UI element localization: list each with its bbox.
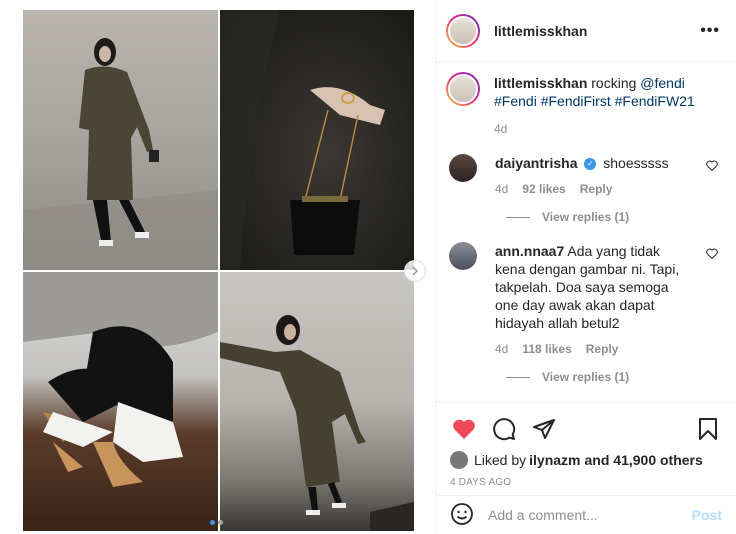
carousel-dot (218, 520, 223, 525)
post-sidebar: littlemisskhan ••• littlemisskhan rockin… (436, 0, 736, 534)
share-icon[interactable] (530, 415, 558, 443)
comment-icon[interactable] (490, 415, 518, 443)
author-username[interactable]: littlemisskhan (494, 23, 700, 39)
bookmark-icon[interactable] (694, 415, 722, 443)
liker-avatar[interactable] (450, 451, 468, 469)
author-avatar[interactable] (446, 13, 480, 48)
comment: ann.nnaa7 Ada yang tidak kena dengan gam… (446, 242, 726, 356)
liker-username[interactable]: ilynazm (529, 452, 580, 468)
comment-time[interactable]: 4d (495, 342, 508, 356)
photo-collage[interactable] (23, 10, 414, 532)
comment-time[interactable]: 4d (495, 182, 508, 196)
post-header: littlemisskhan ••• (436, 0, 736, 62)
more-options-icon[interactable]: ••• (700, 22, 720, 40)
like-heart-icon[interactable] (450, 415, 478, 443)
caption-avatar[interactable] (446, 72, 480, 106)
reply-button[interactable]: Reply (586, 342, 619, 356)
caption-time[interactable]: 4d (494, 122, 507, 136)
commenter-avatar[interactable] (449, 242, 477, 270)
reply-button[interactable]: Reply (580, 182, 613, 196)
emoji-icon[interactable] (450, 502, 474, 529)
likes-summary: Liked by ilynazm and 41,900 others (450, 451, 722, 469)
photo-leaning-pose (220, 272, 414, 531)
view-replies-button[interactable]: View replies (1) (506, 210, 726, 224)
post-actions: Liked by ilynazm and 41,900 others 4 DAY… (436, 402, 736, 488)
like-comment-heart-icon[interactable] (706, 248, 718, 262)
comment-username[interactable]: ann.nnaa7 (495, 243, 564, 259)
comment-text: shoesssss (603, 155, 669, 171)
photo-full-outfit (23, 10, 218, 270)
comment: daiyantrisha ✓ shoesssss 4d 92 likes Rep… (446, 154, 726, 196)
comments-section: littlemisskhan rocking @fendi #Fendi #Fe… (446, 72, 726, 384)
post-comment-button[interactable]: Post (692, 507, 722, 523)
next-slide-button[interactable] (404, 260, 426, 282)
caption-text: rocking (587, 75, 641, 91)
post-timestamp[interactable]: 4 DAYS AGO (450, 477, 722, 488)
likes-count[interactable]: and 41,900 others (585, 452, 703, 468)
add-comment-bar: Post (436, 495, 736, 534)
commenter-avatar[interactable] (449, 154, 477, 182)
chevron-right-icon (412, 266, 419, 276)
verified-badge-icon: ✓ (584, 158, 597, 171)
caption-hashtags[interactable]: #Fendi #FendiFirst #FendiFW21 (494, 93, 695, 109)
post-media (0, 0, 436, 534)
comment-likes[interactable]: 118 likes (522, 342, 571, 356)
comment-input[interactable] (488, 507, 692, 523)
photo-shoes-detail (23, 272, 218, 531)
comment-username[interactable]: daiyantrisha (495, 155, 577, 171)
carousel-indicator (210, 520, 223, 525)
caption-mention[interactable]: @fendi (640, 75, 685, 91)
like-comment-heart-icon[interactable] (706, 160, 718, 174)
caption: littlemisskhan rocking @fendi #Fendi #Fe… (446, 72, 726, 136)
caption-username[interactable]: littlemisskhan (494, 75, 587, 91)
comment-likes[interactable]: 92 likes (522, 182, 565, 196)
instagram-post: littlemisskhan ••• littlemisskhan rockin… (0, 0, 736, 534)
carousel-dot-active (210, 520, 215, 525)
photo-bag-detail (220, 10, 414, 270)
view-replies-button[interactable]: View replies (1) (506, 370, 726, 384)
